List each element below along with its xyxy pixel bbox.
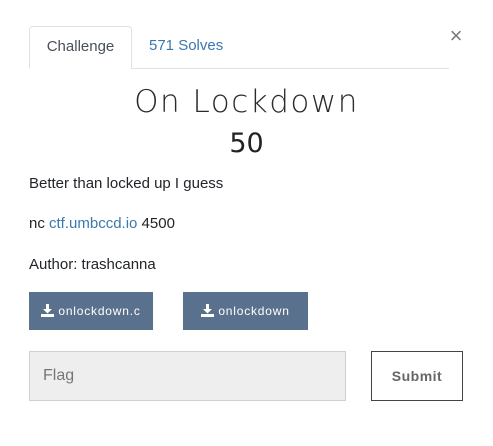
flag-input[interactable] [29,351,346,401]
connection-host-link[interactable]: ctf.umbccd.io [49,215,137,232]
download-onlockdown-c-button[interactable]: onlockdown.c [29,292,153,330]
challenge-modal: × Challenge 571 Solves On Lockdown 50 Be… [0,0,493,446]
challenge-tabs: Challenge 571 Solves [29,26,449,69]
challenge-author: Author: trashcanna [29,256,156,273]
download-onlockdown-button[interactable]: onlockdown [183,292,308,330]
submit-button[interactable]: Submit [371,351,463,401]
close-icon: × [449,23,463,48]
connection-info: nc ctf.umbccd.io 4500 [29,215,175,232]
download-icon [201,304,215,317]
challenge-description: Better than locked up I guess [29,175,224,192]
tab-solves[interactable]: 571 Solves [149,26,223,67]
file-label: onlockdown.c [58,304,141,318]
close-button[interactable]: × [446,24,466,48]
tab-challenge[interactable]: Challenge [29,26,132,69]
file-label: onlockdown [218,304,290,318]
download-icon [41,304,55,317]
connection-port: 4500 [137,215,175,232]
challenge-title: On Lockdown [134,84,359,120]
challenge-points: 50 [229,128,264,159]
connection-prefix: nc [29,215,50,232]
